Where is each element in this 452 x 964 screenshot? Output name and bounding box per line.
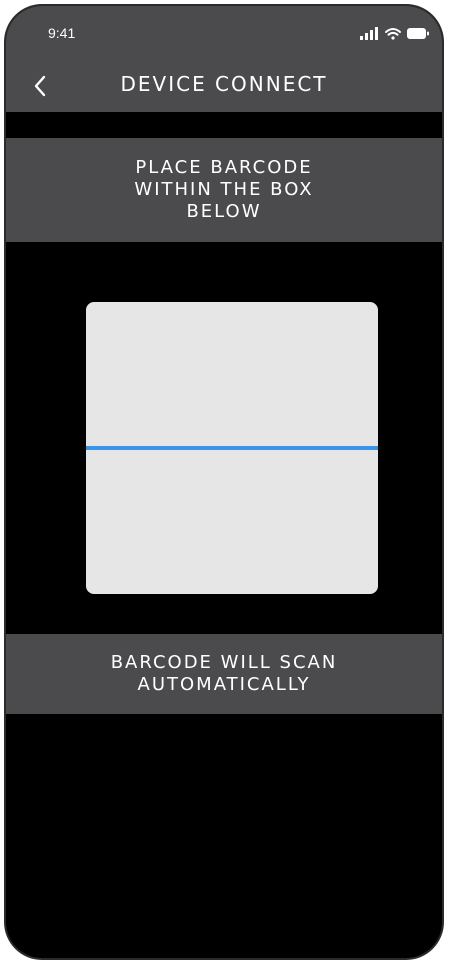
wifi-icon [385,28,401,40]
app-header: 9:41 DEVICE CONNECT [6,6,442,112]
auto-scan-notice: BARCODE WILL SCAN AUTOMATICALLY [6,634,442,714]
barcode-scan-box [86,302,378,594]
auto-scan-text: BARCODE WILL SCAN AUTOMATICALLY [110,652,338,695]
header-spacer [6,112,442,138]
status-time: 9:41 [48,25,76,41]
page-title: DEVICE CONNECT [120,72,328,96]
status-icons [360,27,429,40]
signal-icon [360,27,378,40]
battery-icon [407,28,429,39]
status-bar: 9:41 [6,6,442,58]
nav-bar: DEVICE CONNECT [6,58,442,112]
phone-screen: 9:41 DEVICE CONNECT PLACE BARCODE WITHIN… [6,6,442,958]
scan-line [86,446,378,450]
instruction-text: PLACE BARCODE WITHIN THE BOX BELOW [134,157,314,222]
instruction-panel: PLACE BARCODE WITHIN THE BOX BELOW [6,138,442,242]
